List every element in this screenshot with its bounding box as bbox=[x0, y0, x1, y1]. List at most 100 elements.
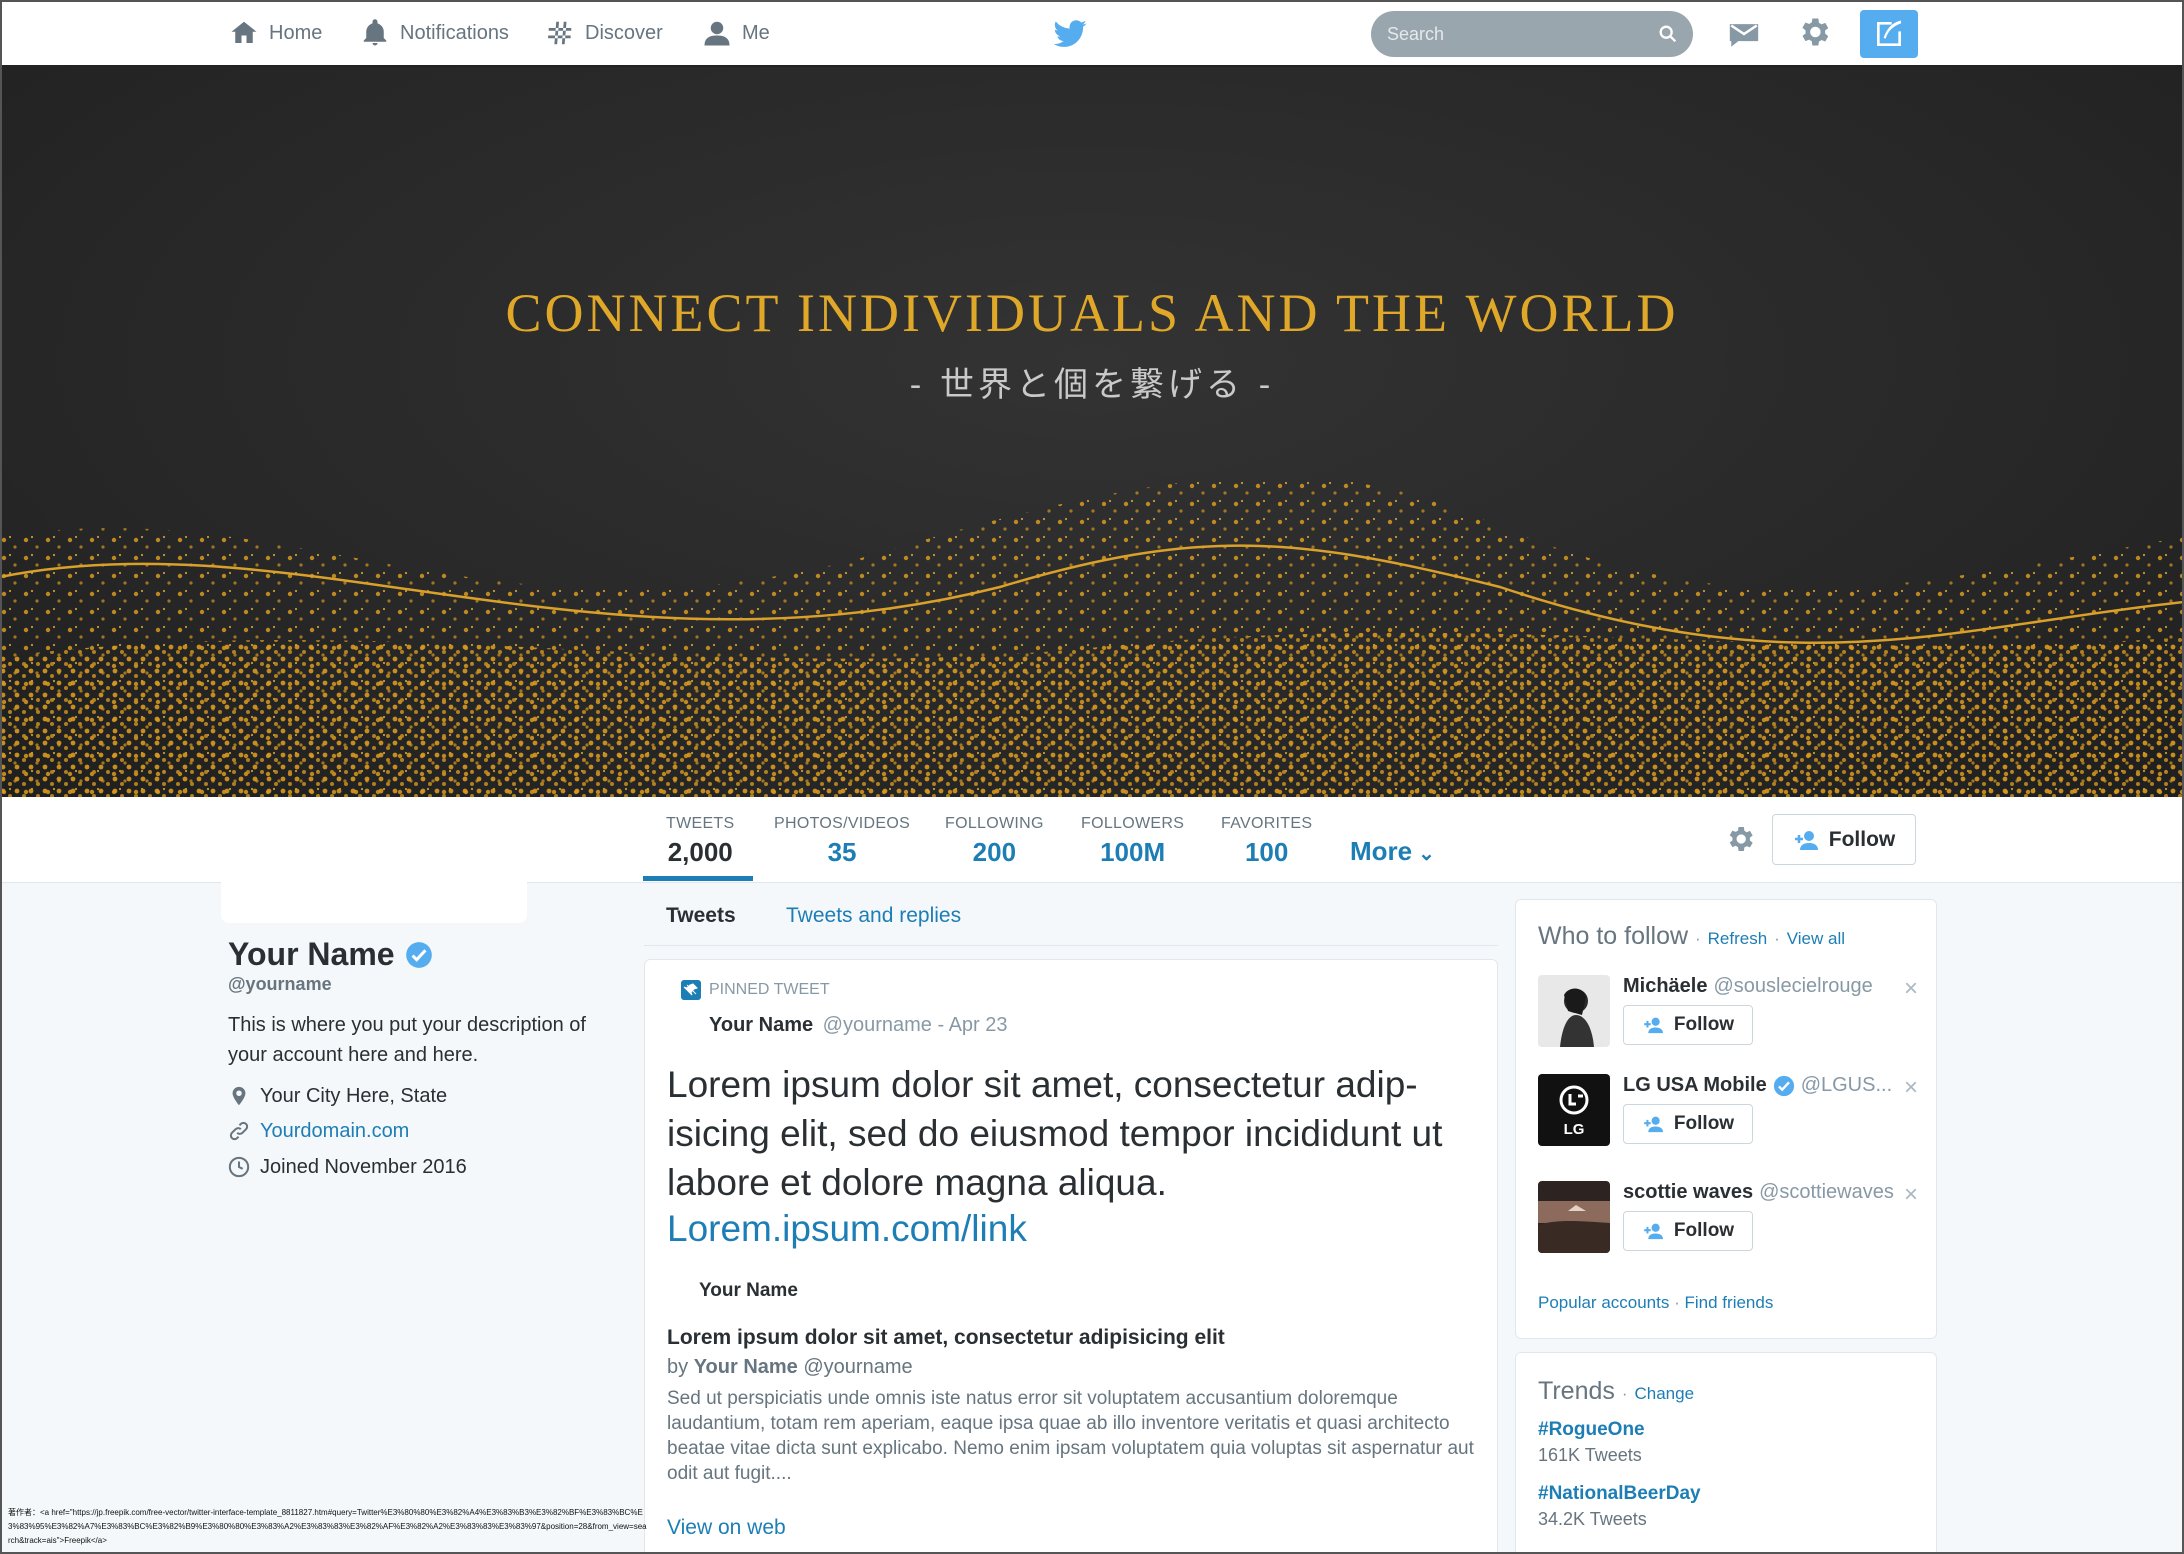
profile-joined: Joined November 2016 bbox=[228, 1155, 467, 1179]
suggested-user-name[interactable]: Michäele @souslecielrouge bbox=[1623, 975, 1873, 998]
more-dropdown[interactable]: More ⌄ bbox=[1350, 836, 1435, 867]
profile-settings-gear-icon[interactable] bbox=[1724, 823, 1756, 855]
profile-description: This is where you put your description o… bbox=[228, 1014, 586, 1066]
banner-title: CONNECT INDIVIDUALS AND THE WORLD bbox=[505, 283, 1679, 343]
suggested-follow-button[interactable]: Follow bbox=[1623, 1211, 1753, 1251]
search-input[interactable] bbox=[1387, 11, 1647, 57]
refresh-link[interactable]: Refresh bbox=[1708, 929, 1768, 948]
suggested-user-name[interactable]: scottie waves @scottiewaves bbox=[1623, 1181, 1894, 1204]
gold-wave-decoration bbox=[0, 476, 2184, 797]
suggested-user-avatar[interactable] bbox=[1538, 1181, 1610, 1253]
tab-tweets-and-replies[interactable]: Tweets and replies bbox=[786, 904, 961, 928]
suggested-user-handle: @LGUS... bbox=[1800, 1074, 1893, 1096]
nav-me[interactable]: Me bbox=[702, 18, 770, 48]
who-to-follow-footer: Popular accounts · Find friends bbox=[1538, 1293, 1774, 1312]
dismiss-close-icon[interactable]: × bbox=[1904, 1181, 1918, 1209]
more-label: More bbox=[1350, 836, 1413, 866]
suggested-user-display-name[interactable]: LG USA Mobile bbox=[1623, 1074, 1767, 1097]
suggested-user-display-name[interactable]: scottie waves bbox=[1623, 1181, 1753, 1204]
trend-item[interactable]: #RogueOne 161K Tweets bbox=[1538, 1419, 1645, 1466]
card-title[interactable]: Lorem ipsum dolor sit amet, consectetur … bbox=[667, 1326, 1225, 1350]
trends-change-link[interactable]: Change bbox=[1634, 1384, 1694, 1403]
add-user-icon bbox=[1644, 1017, 1663, 1034]
follow-button-label: Follow bbox=[1828, 827, 1896, 851]
suggested-user-avatar[interactable]: LG bbox=[1538, 1074, 1610, 1146]
find-friends-link[interactable]: Find friends bbox=[1685, 1293, 1774, 1312]
suggested-user-display-name[interactable]: Michäele bbox=[1623, 975, 1707, 998]
compose-tweet-button[interactable] bbox=[1860, 10, 1918, 58]
svg-text:LG: LG bbox=[1564, 1121, 1585, 1138]
profile-location: Your City Here, State bbox=[228, 1084, 447, 1108]
suggested-user: Michäele @souslecielrouge × Follow bbox=[1538, 975, 1918, 1055]
tweet-author-name[interactable]: Your Name bbox=[709, 1014, 813, 1036]
suggested-follow-button[interactable]: Follow bbox=[1623, 1005, 1753, 1045]
verified-badge-icon bbox=[405, 941, 432, 968]
tweet-link[interactable]: Lorem.ipsum.com/link bbox=[667, 1208, 1027, 1250]
stat-following[interactable]: FOLLOWING 200 bbox=[945, 815, 1044, 868]
timeline-tabs: Tweets Tweets and replies bbox=[644, 890, 1498, 946]
stat-followers-value: 100M bbox=[1100, 837, 1166, 867]
avatar[interactable] bbox=[221, 797, 527, 923]
tab-tweets[interactable]: Tweets bbox=[666, 904, 736, 928]
popular-accounts-link[interactable]: Popular accounts bbox=[1538, 1293, 1669, 1312]
profile-website-link[interactable]: Yourdomain.com bbox=[260, 1120, 409, 1143]
suggested-user-avatar[interactable] bbox=[1538, 975, 1610, 1047]
nav-notifications[interactable]: Notifications bbox=[360, 18, 509, 48]
twitter-bird-icon[interactable] bbox=[1052, 16, 1088, 52]
tweet-author[interactable]: Your Name @yourname - Apr 23 bbox=[709, 1014, 1008, 1037]
search-box[interactable] bbox=[1371, 11, 1693, 57]
trend-tag[interactable]: #RogueOne bbox=[1538, 1419, 1645, 1441]
profile-website[interactable]: Yourdomain.com bbox=[228, 1119, 409, 1143]
suggested-user-handle: @souslecielrouge bbox=[1713, 975, 1873, 997]
trend-item[interactable]: #NationalBeerDay 34.2K Tweets bbox=[1538, 1483, 1701, 1530]
suggested-follow-label: Follow bbox=[1673, 1014, 1735, 1035]
nav-me-label: Me bbox=[742, 21, 770, 44]
card-by-name[interactable]: Your Name bbox=[694, 1356, 798, 1378]
stat-followers[interactable]: FOLLOWERS 100M bbox=[1081, 815, 1184, 868]
trend-count: 34.2K Tweets bbox=[1538, 1509, 1647, 1529]
trend-tag[interactable]: #NationalBeerDay bbox=[1538, 1483, 1701, 1505]
nav-home[interactable]: Home bbox=[229, 18, 322, 48]
pinned-label: PINNED TWEET bbox=[709, 981, 830, 998]
stat-photos-videos[interactable]: PHOTOS/VIDEOS 35 bbox=[774, 815, 910, 868]
stat-favorites-label: FAVORITES bbox=[1221, 815, 1313, 832]
stat-tweets-value: 2,000 bbox=[667, 837, 733, 867]
view-on-web-link[interactable]: View on web bbox=[667, 1516, 786, 1540]
stat-favorites[interactable]: FAVORITES 100 bbox=[1221, 815, 1312, 868]
pinned-indicator: PINNED TWEET bbox=[681, 980, 830, 1000]
view-all-link[interactable]: View all bbox=[1787, 929, 1845, 948]
messages-icon[interactable] bbox=[1726, 17, 1762, 51]
stat-tweets-label: TWEETS bbox=[666, 815, 735, 832]
search-icon[interactable] bbox=[1657, 23, 1679, 45]
follow-button[interactable]: Follow bbox=[1772, 814, 1916, 865]
profile-handle: @yourname bbox=[228, 974, 332, 994]
card-by-handle: @yourname bbox=[803, 1356, 913, 1378]
lg-logo: LG bbox=[1538, 1074, 1610, 1146]
dismiss-close-icon[interactable]: × bbox=[1904, 1074, 1918, 1102]
stat-following-value: 200 bbox=[972, 837, 1017, 867]
hashtag-icon bbox=[548, 21, 572, 45]
pin-icon bbox=[681, 980, 701, 1000]
stat-followers-label: FOLLOWERS bbox=[1081, 815, 1185, 832]
nav-discover[interactable]: Discover bbox=[545, 18, 663, 48]
suggested-follow-label: Follow bbox=[1673, 1220, 1735, 1241]
pinned-tweet[interactable]: PINNED TWEET Your Name @yourname - Apr 2… bbox=[644, 959, 1498, 1554]
profile-name-text: Your Name bbox=[228, 936, 395, 972]
top-nav: Home Notifications Discover Me bbox=[0, 0, 2184, 67]
stat-tweets[interactable]: TWEETS 2,000 bbox=[666, 815, 734, 868]
settings-gear-icon[interactable] bbox=[1796, 14, 1832, 50]
dismiss-close-icon[interactable]: × bbox=[1904, 975, 1918, 1003]
portrait-photo bbox=[1538, 975, 1610, 1047]
profile-joined-text: Joined November 2016 bbox=[260, 1155, 467, 1178]
active-stat-underline bbox=[643, 876, 753, 881]
suggested-user-name[interactable]: LG USA Mobile @LGUS... bbox=[1623, 1074, 1892, 1097]
chevron-down-icon: ⌄ bbox=[1418, 843, 1435, 865]
add-user-icon bbox=[1794, 830, 1818, 850]
suggested-user-handle: @scottiewaves bbox=[1759, 1181, 1894, 1203]
suggested-follow-button[interactable]: Follow bbox=[1623, 1104, 1753, 1144]
profile-banner: CONNECT INDIVIDUALS AND THE WORLD - 世界と個… bbox=[0, 67, 2184, 797]
add-user-icon bbox=[1644, 1223, 1663, 1240]
verified-badge-icon bbox=[1773, 1075, 1794, 1096]
who-to-follow-title: Who to follow bbox=[1538, 922, 1689, 950]
banner-subtitle: - 世界と個を繋げる - bbox=[909, 365, 1275, 405]
